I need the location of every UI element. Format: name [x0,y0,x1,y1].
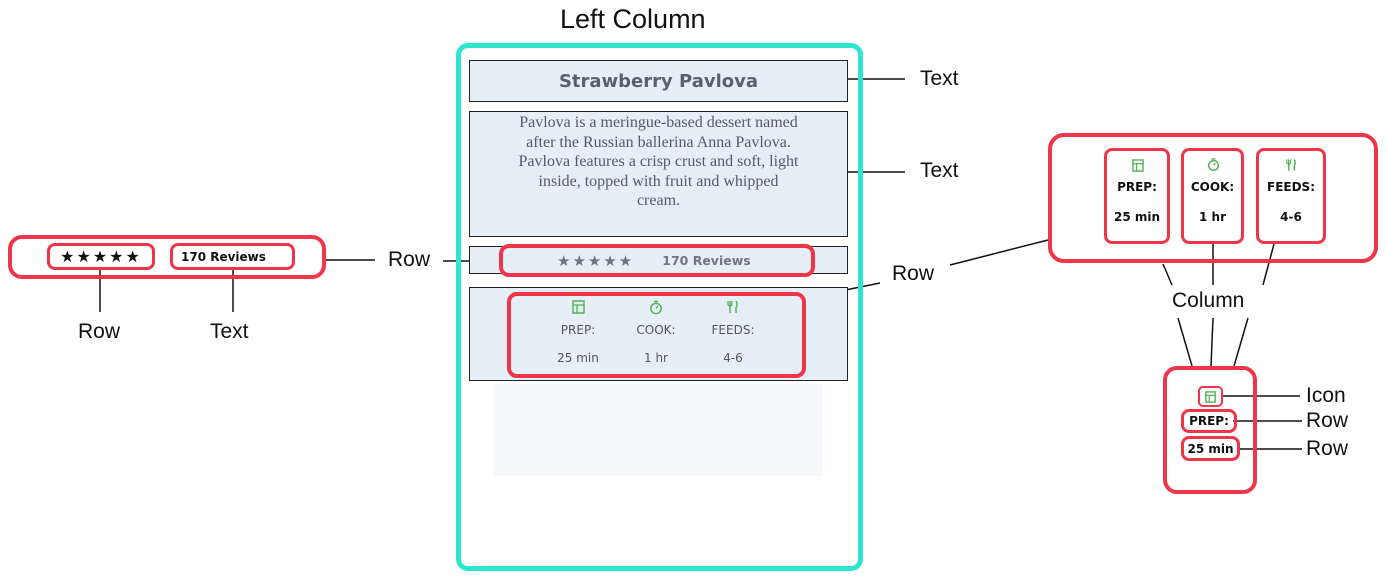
timer-box-icon [1205,390,1216,408]
review-count[interactable]: 170 Reviews [662,253,750,268]
fork-knife-icon [726,300,740,314]
zoom-column-prep: PREP: 25 min [1104,148,1170,244]
fork-knife-icon [1285,158,1298,177]
zoom-column-feeds: FEEDS: 4-6 [1256,148,1326,244]
zoom-icon-box [1198,386,1223,407]
label-row-prep: Row [1306,409,1349,432]
title-panel: Strawberry Pavlova [469,60,848,102]
meta-value: 25 min [557,351,599,365]
label-text-title: Text [920,67,959,90]
recipe-description: Pavlova is a meringue-based dessert name… [518,114,799,209]
label-column: Column [1172,289,1245,312]
timer-box-icon [1132,159,1144,177]
zoom-column-cook: COOK: 1 hr [1181,148,1244,244]
stopwatch-icon [649,300,663,315]
zoom-meta-label: FEEDS: [1267,180,1315,194]
zoom-review-count: 170 Reviews [181,249,266,264]
meta-column-cook: COOK: 1 hr [626,300,686,370]
zoom-star-rating: ★★★★★ [60,248,142,266]
zoom-meta-value: 25 min [1113,210,1161,224]
meta-label: PREP: [560,323,596,337]
meta-value: 1 hr [644,351,668,365]
zoom-meta-label: COOK: [1190,180,1235,194]
star-rating[interactable]: ★★★★★ [557,252,634,270]
prep-label: PREP: [1189,414,1229,428]
prep-value: 25 min [1187,441,1234,456]
label-left-row: Row [78,320,121,343]
label-row-reviews: Row [388,248,431,271]
description-panel: Pavlova is a meringue-based dessert name… [469,111,848,237]
zoom-prep-value-row: 25 min [1181,436,1240,461]
empty-card-area [493,384,823,476]
meta-label: FEEDS: [711,323,755,337]
meta-column-prep: PREP: 25 min [548,300,608,370]
meta-value: 4-6 [723,351,743,365]
zoom-meta-value: 1 hr [1199,210,1226,224]
label-left-text: Text [210,320,249,343]
recipe-title: Strawberry Pavlova [558,70,759,92]
column-title: Left Column [560,4,706,34]
label-row-time: Row [1306,437,1349,460]
label-text-description: Text [920,159,959,182]
reviews-row-highlight: ★★★★★ 170 Reviews [499,244,815,277]
stopwatch-icon [1207,157,1220,177]
zoom-prep-label-row: PREP: [1181,409,1237,433]
zoom-meta-label: PREP: [1117,180,1157,194]
zoom-reviews-text: 170 Reviews [170,243,295,270]
meta-column-feeds: FEEDS: 4-6 [703,300,763,370]
label-icon: Icon [1306,384,1346,407]
meta-label: COOK: [636,323,676,337]
zoom-stars-row: ★★★★★ [47,243,155,270]
timer-box-icon [572,300,585,314]
label-row-meta: Row [892,262,935,285]
zoom-meta-value: 4-6 [1280,210,1302,224]
